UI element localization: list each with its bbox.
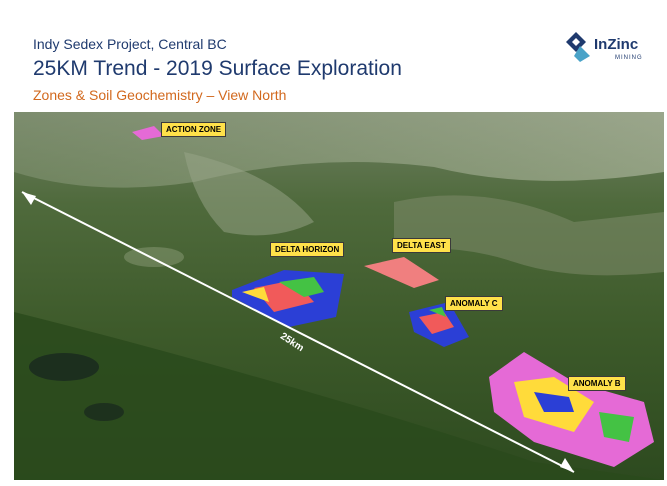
project-subtitle: Indy Sedex Project, Central BC (33, 36, 227, 52)
label-delta-horizon: DELTA HORIZON (270, 242, 345, 257)
label-delta-east: DELTA EAST (392, 238, 451, 253)
label-anomaly-c: ANOMALY C (445, 296, 503, 311)
label-anomaly-b: ANOMALY B (568, 376, 626, 391)
label-action-zone: ACTION ZONE (161, 122, 227, 137)
terrain-image (14, 112, 664, 480)
logo-tagline: MINING (615, 55, 643, 61)
satellite-map: ACTION ZONE DELTA HORIZON DELTA EAST ANO… (14, 112, 664, 480)
logo-name: InZinc (594, 36, 639, 53)
page-title: 25KM Trend - 2019 Surface Exploration (33, 57, 402, 80)
view-caption: Zones & Soil Geochemistry – View North (33, 87, 287, 103)
